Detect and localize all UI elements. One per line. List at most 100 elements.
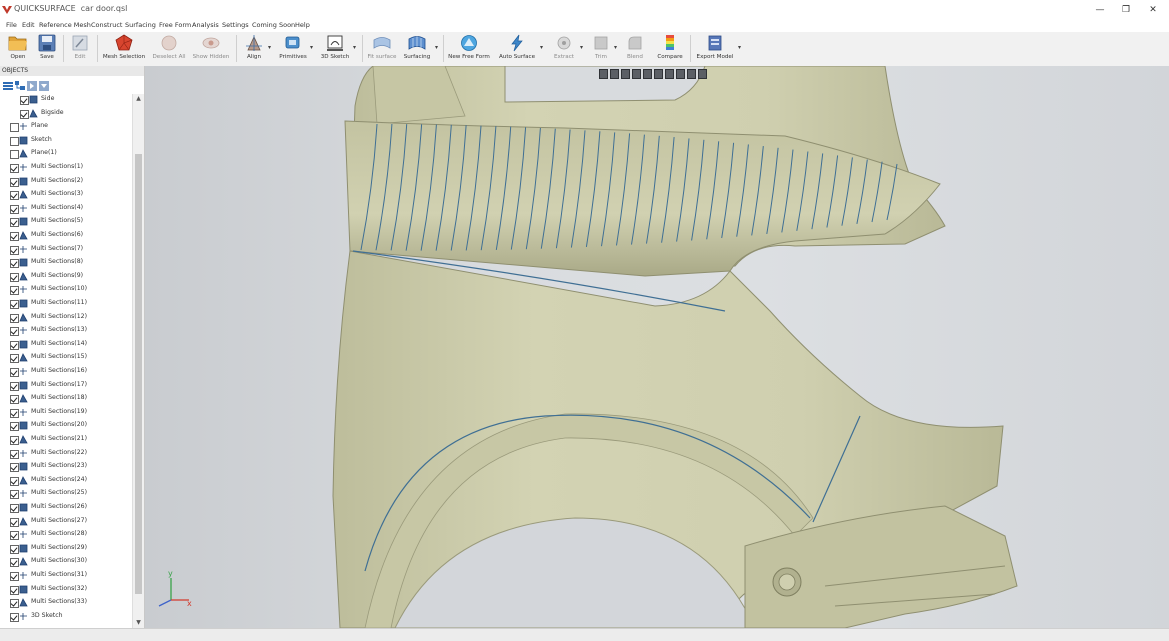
tree-item[interactable]: Multi Sections(24) bbox=[0, 475, 132, 488]
visibility-checkbox[interactable] bbox=[10, 286, 19, 296]
visibility-checkbox[interactable] bbox=[10, 204, 19, 214]
edit-button[interactable]: Edit bbox=[66, 33, 94, 64]
deselect-all-button[interactable]: Deselect All bbox=[150, 33, 188, 64]
tree-item[interactable]: Multi Sections(26) bbox=[0, 502, 132, 515]
export-model-button[interactable]: Export Model bbox=[694, 33, 736, 64]
visibility-checkbox[interactable] bbox=[10, 272, 19, 282]
tree-item[interactable]: Multi Sections(29) bbox=[0, 543, 132, 556]
align-button[interactable]: Align bbox=[240, 33, 268, 64]
menu-construct[interactable]: Construct bbox=[91, 21, 122, 29]
tree-item[interactable]: Multi Sections(11) bbox=[0, 298, 132, 311]
tree-item[interactable]: Sketch bbox=[0, 135, 132, 148]
save-button[interactable]: Save bbox=[33, 33, 61, 64]
surfacing-dropdown-arrow[interactable]: ▾ bbox=[435, 44, 438, 51]
menu-analysis[interactable]: Analysis bbox=[192, 21, 219, 29]
tree-item[interactable]: Multi Sections(6) bbox=[0, 230, 132, 243]
visibility-checkbox[interactable] bbox=[10, 327, 19, 337]
visibility-checkbox[interactable] bbox=[10, 259, 19, 269]
visibility-checkbox[interactable] bbox=[10, 408, 19, 418]
menu-coming-soon[interactable]: Coming Soon bbox=[252, 21, 295, 29]
scroll-up-arrow[interactable]: ▲ bbox=[133, 94, 144, 104]
tree-item[interactable]: Bigside bbox=[0, 108, 132, 121]
tree-item[interactable]: Multi Sections(4) bbox=[0, 203, 132, 216]
visibility-checkbox[interactable] bbox=[10, 517, 19, 527]
visibility-checkbox[interactable] bbox=[10, 612, 19, 622]
menu-help[interactable]: Help bbox=[295, 21, 310, 29]
tree-item[interactable]: Multi Sections(19) bbox=[0, 407, 132, 420]
primitives-dropdown-arrow[interactable]: ▾ bbox=[310, 44, 313, 51]
scroll-down-arrow[interactable]: ▼ bbox=[133, 618, 144, 628]
3d-sketch-button[interactable]: 3D Sketch bbox=[318, 33, 352, 64]
extract-dropdown-arrow[interactable]: ▾ bbox=[580, 44, 583, 51]
tree-item[interactable]: Multi Sections(27) bbox=[0, 516, 132, 529]
objects-scrollbar[interactable]: ▲ ▼ bbox=[132, 94, 144, 628]
tree-item[interactable]: Multi Sections(21) bbox=[0, 434, 132, 447]
export-model-dropdown-arrow[interactable]: ▾ bbox=[738, 44, 741, 51]
tree-item[interactable]: Multi Sections(8) bbox=[0, 257, 132, 270]
menu-file[interactable]: File bbox=[6, 21, 17, 29]
visibility-checkbox[interactable] bbox=[10, 599, 19, 609]
visibility-checkbox[interactable] bbox=[10, 191, 19, 201]
visibility-checkbox[interactable] bbox=[10, 395, 19, 405]
3d-sketch-dropdown-arrow[interactable]: ▾ bbox=[353, 44, 356, 51]
visibility-checkbox[interactable] bbox=[10, 476, 19, 486]
view-fit-icon[interactable] bbox=[676, 69, 685, 79]
model-canvas[interactable]: y x bbox=[145, 66, 1169, 628]
scroll-thumb[interactable] bbox=[135, 154, 142, 594]
visibility-checkbox[interactable] bbox=[10, 544, 19, 554]
menu-reference-mesh[interactable]: Reference Mesh bbox=[39, 21, 91, 29]
show-hidden-button[interactable]: Show Hidden bbox=[190, 33, 232, 64]
visibility-checkbox[interactable] bbox=[10, 245, 19, 255]
tree-item[interactable]: Multi Sections(3) bbox=[0, 189, 132, 202]
view-iso-icon[interactable] bbox=[665, 69, 674, 79]
close-button[interactable]: ✕ bbox=[1143, 3, 1163, 17]
visibility-checkbox[interactable] bbox=[10, 354, 19, 364]
tree-item[interactable]: Plane(1) bbox=[0, 148, 132, 161]
visibility-checkbox[interactable] bbox=[10, 531, 19, 541]
tree-item[interactable]: Side bbox=[0, 94, 132, 107]
minimize-button[interactable]: — bbox=[1090, 3, 1110, 17]
visibility-checkbox[interactable] bbox=[10, 381, 19, 391]
visibility-checkbox[interactable] bbox=[20, 96, 29, 105]
tree-item[interactable]: Multi Sections(32) bbox=[0, 584, 132, 597]
visibility-checkbox[interactable] bbox=[10, 164, 19, 173]
auto-surface-button[interactable]: Auto Surface bbox=[496, 33, 538, 64]
list-view-icon[interactable] bbox=[3, 81, 13, 91]
view-back-icon[interactable] bbox=[610, 69, 619, 79]
visibility-checkbox[interactable] bbox=[10, 558, 19, 568]
tree-item[interactable]: Multi Sections(12) bbox=[0, 312, 132, 325]
tree-item[interactable]: Multi Sections(28) bbox=[0, 529, 132, 542]
visibility-checkbox[interactable] bbox=[10, 463, 19, 473]
view-zoom-icon[interactable] bbox=[698, 69, 707, 79]
visibility-checkbox[interactable] bbox=[10, 422, 19, 432]
tree-item[interactable]: Multi Sections(13) bbox=[0, 325, 132, 338]
tree-item[interactable]: Multi Sections(7) bbox=[0, 244, 132, 257]
surfacing-button[interactable]: Surfacing bbox=[400, 33, 434, 64]
visibility-checkbox[interactable] bbox=[10, 300, 19, 309]
menu-edit[interactable]: Edit bbox=[22, 21, 35, 29]
primitives-button[interactable]: Primitives bbox=[276, 33, 310, 64]
open-button[interactable]: Open bbox=[3, 33, 33, 64]
extract-button[interactable]: Extract bbox=[548, 33, 580, 64]
menu-settings[interactable]: Settings bbox=[222, 21, 249, 29]
visibility-checkbox[interactable] bbox=[10, 340, 19, 350]
visibility-checkbox[interactable] bbox=[10, 585, 19, 595]
auto-surface-dropdown-arrow[interactable]: ▾ bbox=[540, 44, 543, 51]
tree-item[interactable]: Multi Sections(25) bbox=[0, 488, 132, 501]
3d-viewport[interactable]: y x bbox=[145, 66, 1169, 628]
view-right-icon[interactable] bbox=[654, 69, 663, 79]
tree-item[interactable]: Multi Sections(5) bbox=[0, 216, 132, 229]
align-dropdown-arrow[interactable]: ▾ bbox=[268, 44, 271, 51]
tree-item[interactable]: Multi Sections(10) bbox=[0, 284, 132, 297]
visibility-checkbox[interactable] bbox=[10, 436, 19, 445]
visibility-checkbox[interactable] bbox=[10, 136, 19, 146]
tree-item[interactable]: Multi Sections(22) bbox=[0, 448, 132, 461]
collapse-icon[interactable] bbox=[39, 81, 49, 91]
tree-item[interactable]: Multi Sections(15) bbox=[0, 352, 132, 365]
view-front-icon[interactable] bbox=[599, 69, 608, 79]
view-left-icon[interactable] bbox=[643, 69, 652, 79]
tree-item[interactable]: Multi Sections(14) bbox=[0, 339, 132, 352]
visibility-checkbox[interactable] bbox=[20, 109, 29, 119]
menu-free-form[interactable]: Free Form bbox=[159, 21, 191, 29]
visibility-checkbox[interactable] bbox=[10, 368, 19, 377]
